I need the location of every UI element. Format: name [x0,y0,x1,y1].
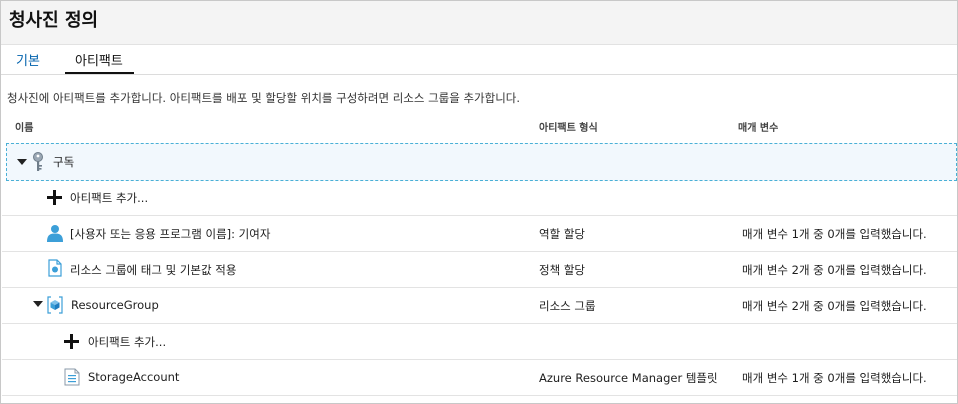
column-header-type: 아티팩트 형식 [539,123,598,134]
artifact-params: 매개 변수 1개 중 0개를 입력했습니다. [742,371,927,385]
add-artifact-row[interactable]: 아티팩트 추가... [2,324,957,360]
add-artifact-link[interactable]: 아티팩트 추가... [70,190,148,206]
artifact-row-resource-group[interactable]: ResourceGroup 리소스 그룹 매개 변수 2개 중 0개를 입력했습… [2,288,957,324]
template-icon [64,368,80,386]
artifact-type: 정책 할당 [539,263,585,277]
artifact-name: 구독 [53,155,75,169]
policy-icon [48,259,62,277]
artifact-name: 리소스 그룹에 태그 및 기본값 적용 [70,263,237,277]
artifact-name: ResourceGroup [71,298,159,312]
add-artifact-link[interactable]: 아티팩트 추가... [88,334,166,350]
tab-artifacts[interactable]: 아티팩트 [75,50,123,69]
artifact-row-role-assignment[interactable]: [사용자 또는 응용 프로그램 이름]: 기여자 역할 할당 매개 변수 1개 … [2,216,957,252]
artifact-type: 역할 할당 [539,227,585,241]
blueprint-definition-panel: 청사진 정의 기본 아티팩트 청사진에 아티팩트를 추가합니다. 아티팩트를 배… [0,0,958,404]
tab-basics[interactable]: 기본 [16,50,40,69]
tab-bar: 기본 아티팩트 [1,45,957,75]
expand-caret-icon[interactable] [17,159,27,165]
artifact-name: StorageAccount [88,370,180,384]
title-bar: 청사진 정의 [1,1,957,45]
artifact-row-subscription[interactable]: 구독 [6,143,957,181]
tab-divider [1,74,957,75]
column-header-name: 이름 [15,123,34,134]
artifact-params: 매개 변수 2개 중 0개를 입력했습니다. [742,263,927,277]
expand-caret-icon[interactable] [33,301,43,307]
artifacts-description: 청사진에 아티팩트를 추가합니다. 아티팩트를 배포 및 할당할 위치를 구성하… [7,91,521,105]
artifact-name: [사용자 또는 응용 프로그램 이름]: 기여자 [70,227,271,241]
resource-group-icon [47,296,63,314]
column-header-params: 매개 변수 [738,123,779,134]
artifact-type: 리소스 그룹 [539,299,596,313]
page-title: 청사진 정의 [9,10,99,31]
key-icon [33,152,43,171]
artifact-row-storage-account[interactable]: StorageAccount Azure Resource Manager 템플… [2,360,957,396]
artifact-row-policy-assignment[interactable]: 리소스 그룹에 태그 및 기본값 적용 정책 할당 매개 변수 2개 중 0개를… [2,252,957,288]
plus-icon [64,334,79,349]
add-artifact-row[interactable]: 아티팩트 추가... [2,180,957,216]
user-icon [47,225,63,242]
artifact-params: 매개 변수 1개 중 0개를 입력했습니다. [742,227,927,241]
artifact-params: 매개 변수 2개 중 0개를 입력했습니다. [742,299,927,313]
plus-icon [47,190,62,205]
artifact-type: Azure Resource Manager 템플릿 [539,371,718,385]
